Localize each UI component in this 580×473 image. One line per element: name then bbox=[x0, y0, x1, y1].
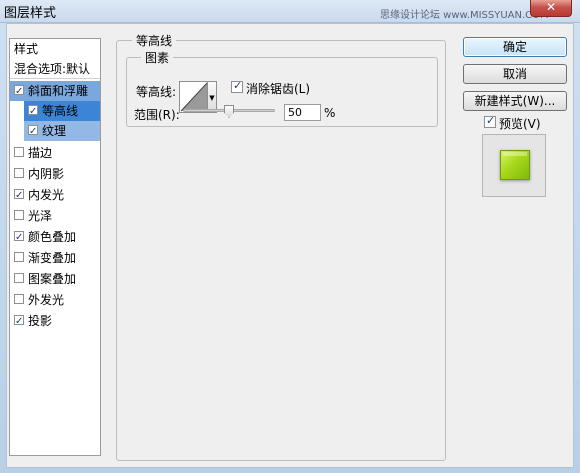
style-item-label: 样式 bbox=[14, 42, 39, 56]
style-item-checkbox[interactable] bbox=[14, 168, 24, 178]
style-item-label: 纹理 bbox=[42, 124, 67, 138]
style-item-label: 光泽 bbox=[28, 209, 53, 223]
range-input[interactable]: 50 bbox=[284, 104, 321, 121]
range-label: 范围(R): bbox=[134, 108, 180, 122]
cancel-button[interactable]: 取消 bbox=[463, 64, 567, 84]
style-item-checkbox[interactable] bbox=[14, 252, 24, 262]
styles-list-header[interactable]: 混合选项:默认 bbox=[10, 59, 100, 79]
style-item-checkbox[interactable] bbox=[14, 273, 24, 283]
style-item[interactable]: 渐变叠加 bbox=[10, 248, 100, 268]
style-item[interactable]: 颜色叠加 bbox=[10, 227, 100, 248]
preview-highlight bbox=[503, 152, 527, 156]
chevron-down-icon: ▼ bbox=[209, 94, 215, 102]
elements-group-title: 图素 bbox=[141, 49, 174, 66]
style-item[interactable]: 纹理 bbox=[24, 121, 100, 142]
style-item[interactable]: 投影 bbox=[10, 311, 100, 332]
antialias-label: 消除锯齿(L) bbox=[246, 82, 311, 96]
style-item-label: 描边 bbox=[28, 146, 53, 160]
style-item-label: 颜色叠加 bbox=[28, 230, 77, 244]
style-item-label: 图案叠加 bbox=[28, 272, 77, 286]
contour-label: 等高线: bbox=[136, 85, 177, 99]
ok-button[interactable]: 确定 bbox=[463, 37, 567, 57]
style-item[interactable]: 光泽 bbox=[10, 206, 100, 226]
style-item[interactable]: 内发光 bbox=[10, 185, 100, 206]
contour-curve-icon bbox=[180, 82, 208, 112]
style-item-checkbox[interactable] bbox=[14, 147, 24, 157]
style-item-label: 内发光 bbox=[28, 188, 65, 202]
style-item-checkbox[interactable] bbox=[14, 228, 24, 248]
style-item-checkbox[interactable] bbox=[28, 102, 38, 122]
style-item-checkbox[interactable] bbox=[14, 312, 24, 332]
style-item-checkbox[interactable] bbox=[28, 122, 38, 142]
close-icon: ✕ bbox=[545, 0, 557, 14]
styles-list: 样式混合选项:默认斜面和浮雕等高线纹理描边内阴影内发光光泽颜色叠加渐变叠加图案叠… bbox=[9, 38, 101, 456]
style-item[interactable]: 图案叠加 bbox=[10, 269, 100, 289]
window-title: 图层样式 bbox=[4, 6, 57, 21]
range-unit: % bbox=[324, 106, 336, 120]
style-item-label: 渐变叠加 bbox=[28, 251, 77, 265]
style-item-checkbox[interactable] bbox=[14, 82, 24, 102]
close-button[interactable]: ✕ bbox=[530, 0, 572, 17]
new-style-button[interactable]: 新建样式(W)... bbox=[463, 91, 567, 111]
style-item-checkbox[interactable] bbox=[14, 210, 24, 220]
style-item[interactable]: 斜面和浮雕 bbox=[10, 81, 100, 102]
style-item-label: 外发光 bbox=[28, 293, 65, 307]
preview-label: 预览(V) bbox=[499, 117, 541, 131]
watermark-text: 思缘设计论坛 www.MISSYUAN.COM bbox=[380, 10, 549, 21]
contour-group-title: 等高线 bbox=[132, 32, 177, 49]
styles-list-header[interactable]: 样式 bbox=[10, 39, 100, 59]
style-item[interactable]: 描边 bbox=[10, 143, 100, 163]
style-item-checkbox[interactable] bbox=[14, 294, 24, 304]
style-item[interactable]: 外发光 bbox=[10, 290, 100, 310]
style-item[interactable]: 内阴影 bbox=[10, 164, 100, 184]
style-item-checkbox[interactable] bbox=[14, 186, 24, 206]
antialias-checkbox[interactable] bbox=[231, 79, 243, 93]
preview-checkbox[interactable] bbox=[484, 114, 496, 128]
style-item-label: 投影 bbox=[28, 314, 53, 328]
style-item-label: 等高线 bbox=[42, 104, 79, 118]
style-item[interactable]: 等高线 bbox=[24, 101, 100, 122]
style-item-label: 斜面和浮雕 bbox=[28, 84, 89, 98]
style-item-label: 混合选项:默认 bbox=[14, 62, 91, 76]
style-item-label: 内阴影 bbox=[28, 167, 65, 181]
